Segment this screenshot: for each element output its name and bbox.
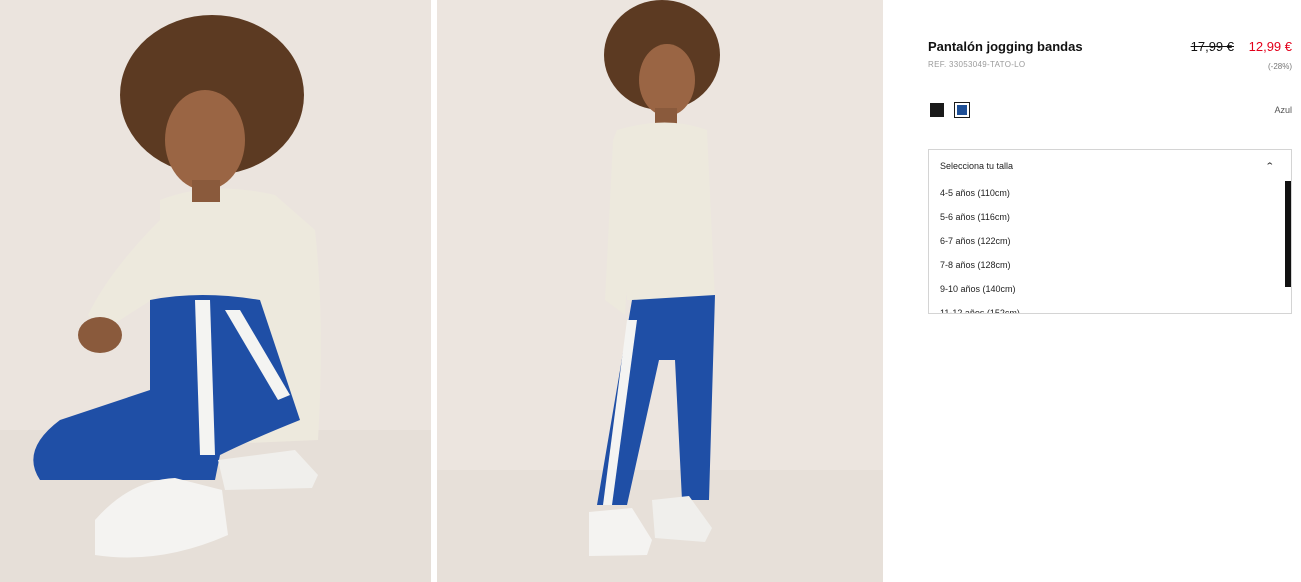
- original-price: 17,99 €: [1190, 39, 1234, 54]
- size-options-list: 4-5 años (110cm) 5-6 años (116cm) 6-7 añ…: [929, 181, 1281, 313]
- product-info-panel: Pantalón jogging bandas REF. 33053049-TA…: [928, 0, 1292, 582]
- size-dropdown[interactable]: Selecciona tu talla ⌃ 4-5 años (110cm) 5…: [928, 149, 1292, 314]
- size-option[interactable]: 7-8 años (128cm): [929, 253, 1281, 277]
- size-option[interactable]: 6-7 años (122cm): [929, 229, 1281, 253]
- size-dropdown-header[interactable]: Selecciona tu talla: [940, 161, 1013, 171]
- product-photo-standing[interactable]: [437, 0, 883, 582]
- product-ref: REF. 33053049-TATO-LO: [928, 60, 1026, 69]
- product-title: Pantalón jogging bandas: [928, 39, 1083, 54]
- size-list-scrollbar[interactable]: [1285, 181, 1291, 287]
- color-swatch-black[interactable]: [930, 103, 944, 117]
- product-photo-sitting[interactable]: [0, 0, 431, 582]
- size-option[interactable]: 5-6 años (116cm): [929, 205, 1281, 229]
- color-swatch-blue[interactable]: [954, 102, 970, 118]
- sale-price: 12,99 €: [1248, 39, 1292, 54]
- size-option[interactable]: 4-5 años (110cm): [929, 181, 1281, 205]
- size-option[interactable]: 9-10 años (140cm): [929, 277, 1281, 301]
- discount-badge: (-28%): [1267, 62, 1292, 71]
- size-option[interactable]: 11-12 años (152cm): [929, 301, 1281, 313]
- chevron-up-icon[interactable]: ⌃: [1265, 161, 1275, 172]
- selected-color-label: Azul: [1274, 105, 1292, 115]
- standing-boy-illustration: [437, 0, 883, 582]
- sitting-boy-illustration: [0, 0, 431, 582]
